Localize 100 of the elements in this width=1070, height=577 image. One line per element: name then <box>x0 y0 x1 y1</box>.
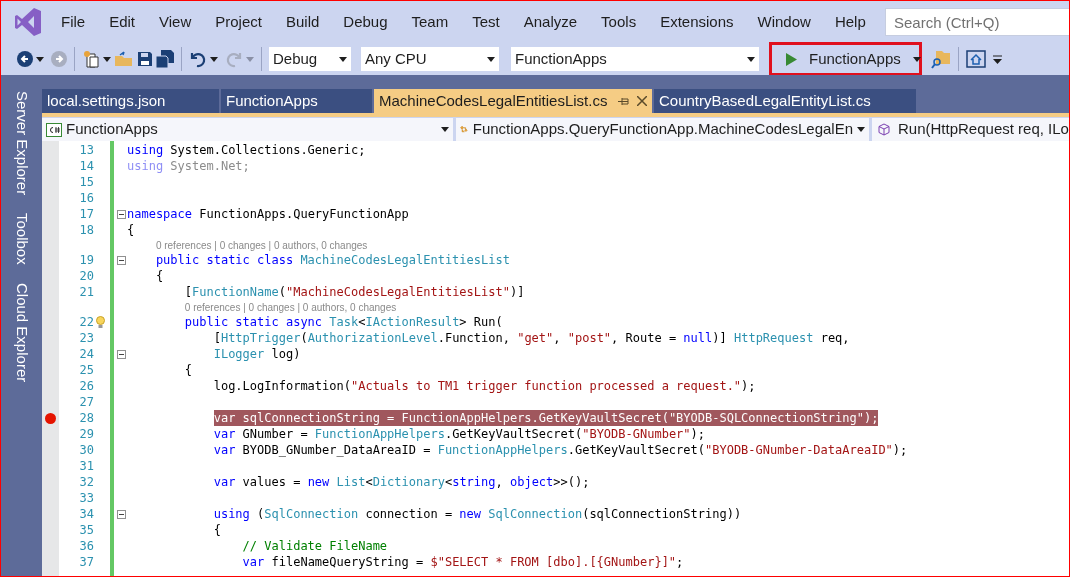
lightbulb-icon[interactable] <box>96 315 105 329</box>
new-item-icon[interactable] <box>82 50 100 68</box>
line-number: 22 <box>78 314 94 331</box>
menu-item[interactable]: Test <box>472 10 500 34</box>
code-line: ILogger log) <box>213 346 301 362</box>
code-line: { <box>155 268 164 284</box>
code-line: public static class MachineCodesLegalEntitiesList <box>155 252 510 268</box>
cube-icon <box>878 123 890 136</box>
collapse-icon[interactable] <box>117 509 126 519</box>
line-number: 15 <box>78 174 94 191</box>
overflow-icon[interactable] <box>993 54 1002 64</box>
code-line: using System.Net; <box>127 158 250 174</box>
editor-tab[interactable]: local.settings.json <box>42 89 219 113</box>
collapse-icon[interactable] <box>117 209 126 219</box>
line-number: 32 <box>78 474 94 491</box>
menu-item[interactable]: Analyze <box>523 10 578 34</box>
platform-dropdown[interactable]: Any CPU <box>361 47 499 71</box>
editor-tab[interactable]: MachineCodesLegalEntitiesList.cs <box>374 89 652 113</box>
project-dropdown[interactable]: FunctionApps <box>42 118 453 141</box>
line-number: 30 <box>78 442 94 459</box>
code-line: var values = new List<Dictionary<string, object>>(); <box>213 474 590 490</box>
tool-window-tab[interactable]: Toolbox <box>10 213 33 265</box>
line-number: 27 <box>78 394 94 411</box>
menu-item[interactable]: Debug <box>343 10 388 34</box>
caret-icon[interactable] <box>339 56 347 62</box>
code-line: [HttpTrigger(AuthorizationLevel.Function, "get", "post", Route = null)] HttpRequest req, <box>213 330 850 346</box>
menu-item[interactable]: Team <box>411 10 449 34</box>
line-number: 19 <box>78 252 94 269</box>
line-number: 37 <box>78 554 94 571</box>
configuration-dropdown[interactable]: Debug <box>269 47 351 71</box>
line-number: 17 <box>78 206 94 223</box>
back-icon[interactable] <box>17 51 33 67</box>
line-number: 28 <box>78 410 94 427</box>
member-dropdown[interactable]: Run(HttpRequest req, ILo <box>872 118 1069 141</box>
pin-icon[interactable] <box>618 96 629 106</box>
caret-icon[interactable] <box>103 56 111 62</box>
code-lens[interactable]: 0 references | 0 changes | 0 authors, 0 changes <box>184 299 397 315</box>
code-line: public static async Task<IActionResult> Run( <box>184 314 503 330</box>
line-number: 25 <box>78 362 94 379</box>
menu-item[interactable]: Window <box>757 10 811 34</box>
tool-window-tab[interactable]: Cloud Explorer <box>10 282 33 383</box>
menu-item[interactable]: Edit <box>109 10 136 34</box>
menu-item[interactable]: View <box>159 10 192 34</box>
line-number: 26 <box>78 378 94 395</box>
menu-item[interactable]: Project <box>215 10 262 34</box>
search-field[interactable]: Search (Ctrl+Q) <box>885 8 1069 36</box>
code-line: { <box>184 362 193 378</box>
line-number: 35 <box>78 522 94 539</box>
csharp-project-icon <box>46 122 62 137</box>
code-line: { <box>127 222 135 238</box>
save-icon[interactable] <box>137 51 153 67</box>
home-icon[interactable] <box>966 50 986 68</box>
tool-window-tab[interactable]: Server Explorer <box>10 91 33 196</box>
caret-icon[interactable] <box>747 56 755 62</box>
find-in-files-icon[interactable] <box>931 49 951 69</box>
code-line: [FunctionName("MachineCodesLegalEntitiesList")] <box>184 284 525 300</box>
line-number: 33 <box>78 490 94 507</box>
save-all-icon[interactable] <box>156 50 174 68</box>
code-line: var BYODB_GNumber_DataAreaID = FunctionAppHelpers.GetKeyVaultSecret("BYODB-GNumber-DataAreaID"); <box>213 442 908 458</box>
type-dropdown[interactable]: FunctionApps.QueryFunctionApp.MachineCodesLegalEn <box>456 118 869 141</box>
code-lens[interactable]: 0 references | 0 changes | 0 authors, 0 changes <box>155 237 368 253</box>
line-number: 31 <box>78 458 94 475</box>
line-number: 36 <box>78 538 94 555</box>
collapse-icon[interactable] <box>117 255 126 265</box>
play-icon <box>786 52 797 66</box>
line-number: 21 <box>78 284 94 301</box>
menu-item[interactable]: File <box>61 10 86 34</box>
code-line: using (SqlConnection connection = new SqlConnection(sqlConnectionString)) <box>213 506 742 522</box>
menu-item[interactable]: Help <box>834 10 866 34</box>
code-line: // Validate FileName <box>242 538 388 554</box>
caret-icon[interactable] <box>912 56 921 62</box>
undo-icon[interactable] <box>189 50 207 68</box>
code-line: using System.Collections.Generic; <box>127 142 366 158</box>
code-line: var GNumber = FunctionAppHelpers.GetKeyVaultSecret("BYODB-GNumber"); <box>213 426 705 442</box>
caret-icon[interactable] <box>36 56 44 62</box>
menu-item[interactable]: Extensions <box>660 10 734 34</box>
menu-item[interactable]: Tools <box>601 10 637 34</box>
app-logo-icon <box>15 8 41 36</box>
line-number: 16 <box>78 190 94 207</box>
caret-icon[interactable] <box>857 127 865 132</box>
breakpoint-icon[interactable] <box>45 412 56 424</box>
editor-tab[interactable]: CountryBasedLegalEntityList.cs <box>654 89 916 113</box>
caret-icon[interactable] <box>487 56 495 62</box>
line-number: 13 <box>78 142 94 159</box>
code-line: var fileNameQueryString = $"SELECT * FROM [dbo].[{GNumber}]"; <box>242 554 684 570</box>
startup-project-dropdown[interactable]: FunctionApps <box>511 47 759 71</box>
code-line: { <box>213 522 221 538</box>
line-number: 23 <box>78 330 94 347</box>
line-number: 14 <box>78 158 94 175</box>
line-number: 24 <box>78 346 94 363</box>
code-line: log.LogInformation("Actuals to TM1 trigger function processed a request."); <box>213 378 756 394</box>
line-number: 20 <box>78 268 94 285</box>
collapse-icon[interactable] <box>117 349 126 359</box>
caret-icon[interactable] <box>441 127 449 132</box>
caret-icon[interactable] <box>210 56 218 62</box>
menu-item[interactable]: Build <box>285 10 320 34</box>
editor-tab[interactable]: FunctionApps <box>221 89 372 113</box>
line-number: 34 <box>78 506 94 523</box>
close-icon[interactable] <box>637 96 647 106</box>
code-line: namespace FunctionApps.QueryFunctionApp <box>127 206 409 222</box>
